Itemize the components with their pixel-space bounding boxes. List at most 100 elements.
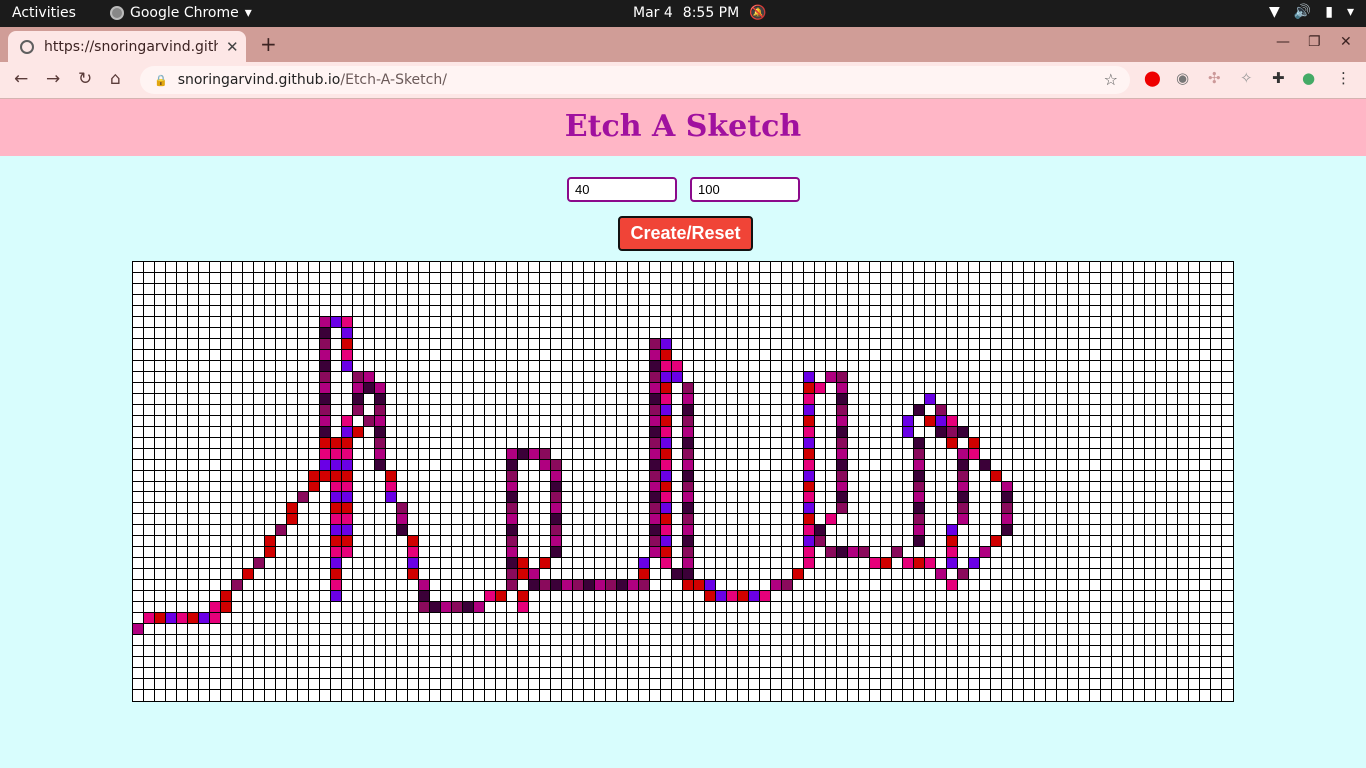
grid-cell[interactable]	[859, 525, 870, 537]
grid-cell[interactable]	[144, 602, 155, 614]
grid-cell[interactable]	[430, 360, 441, 372]
grid-cell[interactable]	[562, 305, 573, 317]
grid-cell[interactable]	[639, 481, 650, 493]
grid-cell[interactable]	[221, 393, 232, 405]
grid-cell[interactable]	[298, 613, 309, 625]
grid-cell[interactable]	[584, 448, 595, 460]
grid-cell[interactable]	[144, 514, 155, 526]
grid-cell[interactable]	[496, 558, 507, 570]
grid-cell[interactable]	[1079, 657, 1090, 669]
grid-cell[interactable]	[353, 690, 364, 701]
grid-cell[interactable]	[419, 470, 430, 482]
grid-cell[interactable]	[1200, 646, 1211, 658]
grid-cell[interactable]	[980, 448, 991, 460]
grid-cell[interactable]	[518, 382, 529, 394]
grid-cell[interactable]	[551, 316, 562, 328]
grid-cell[interactable]	[331, 459, 342, 471]
grid-cell[interactable]	[221, 591, 232, 603]
grid-cell[interactable]	[342, 679, 353, 691]
grid-cell[interactable]	[1178, 448, 1189, 460]
grid-cell[interactable]	[793, 690, 804, 701]
grid-cell[interactable]	[364, 624, 375, 636]
grid-cell[interactable]	[243, 262, 254, 273]
grid-cell[interactable]	[166, 327, 177, 339]
grid-cell[interactable]	[639, 602, 650, 614]
grid-cell[interactable]	[617, 262, 628, 273]
grid-cell[interactable]	[617, 679, 628, 691]
grid-cell[interactable]	[540, 349, 551, 361]
grid-cell[interactable]	[287, 492, 298, 504]
grid-cell[interactable]	[1046, 668, 1057, 680]
grid-cell[interactable]	[826, 415, 837, 427]
grid-cell[interactable]	[716, 448, 727, 460]
grid-cell[interactable]	[265, 349, 276, 361]
grid-cell[interactable]	[804, 503, 815, 515]
grid-cell[interactable]	[826, 437, 837, 449]
grid-cell[interactable]	[672, 426, 683, 438]
grid-cell[interactable]	[419, 525, 430, 537]
grid-cell[interactable]	[573, 404, 584, 416]
grid-cell[interactable]	[276, 283, 287, 295]
grid-cell[interactable]	[1046, 349, 1057, 361]
grid-cell[interactable]	[474, 580, 485, 592]
grid-cell[interactable]	[133, 404, 144, 416]
grid-cell[interactable]	[1167, 448, 1178, 460]
grid-cell[interactable]	[716, 283, 727, 295]
grid-cell[interactable]	[650, 316, 661, 328]
grid-cell[interactable]	[232, 668, 243, 680]
grid-cell[interactable]	[826, 547, 837, 559]
grid-cell[interactable]	[826, 624, 837, 636]
grid-cell[interactable]	[947, 602, 958, 614]
grid-cell[interactable]	[1112, 327, 1123, 339]
grid-cell[interactable]	[320, 514, 331, 526]
grid-cell[interactable]	[573, 371, 584, 383]
grid-cell[interactable]	[1189, 657, 1200, 669]
grid-cell[interactable]	[815, 591, 826, 603]
grid-cell[interactable]	[1200, 492, 1211, 504]
grid-cell[interactable]	[551, 679, 562, 691]
grid-cell[interactable]	[650, 327, 661, 339]
grid-cell[interactable]	[331, 668, 342, 680]
grid-cell[interactable]	[815, 448, 826, 460]
grid-cell[interactable]	[936, 536, 947, 548]
grid-cell[interactable]	[496, 404, 507, 416]
grid-cell[interactable]	[683, 371, 694, 383]
grid-cell[interactable]	[1222, 646, 1233, 658]
grid-cell[interactable]	[650, 657, 661, 669]
grid-cell[interactable]	[342, 382, 353, 394]
grid-cell[interactable]	[881, 294, 892, 306]
grid-cell[interactable]	[1002, 547, 1013, 559]
grid-cell[interactable]	[243, 349, 254, 361]
grid-cell[interactable]	[529, 525, 540, 537]
grid-cell[interactable]	[364, 569, 375, 581]
grid-cell[interactable]	[221, 657, 232, 669]
grid-cell[interactable]	[1145, 415, 1156, 427]
grid-cell[interactable]	[562, 262, 573, 273]
grid-cell[interactable]	[980, 569, 991, 581]
grid-cell[interactable]	[892, 514, 903, 526]
grid-cell[interactable]	[320, 690, 331, 701]
grid-cell[interactable]	[705, 459, 716, 471]
grid-cell[interactable]	[1079, 338, 1090, 350]
grid-cell[interactable]	[452, 613, 463, 625]
grid-cell[interactable]	[870, 569, 881, 581]
grid-cell[interactable]	[144, 679, 155, 691]
grid-cell[interactable]	[1079, 646, 1090, 658]
grid-cell[interactable]	[1013, 426, 1024, 438]
grid-cell[interactable]	[617, 602, 628, 614]
grid-cell[interactable]	[947, 382, 958, 394]
grid-cell[interactable]	[243, 448, 254, 460]
grid-cell[interactable]	[925, 503, 936, 515]
grid-cell[interactable]	[804, 262, 815, 273]
grid-cell[interactable]	[540, 305, 551, 317]
grid-cell[interactable]	[144, 525, 155, 537]
grid-cell[interactable]	[694, 635, 705, 647]
grid-cell[interactable]	[408, 580, 419, 592]
grid-cell[interactable]	[650, 393, 661, 405]
grid-cell[interactable]	[397, 459, 408, 471]
grid-cell[interactable]	[672, 371, 683, 383]
grid-cell[interactable]	[914, 371, 925, 383]
grid-cell[interactable]	[1046, 393, 1057, 405]
grid-cell[interactable]	[1068, 503, 1079, 515]
grid-cell[interactable]	[562, 371, 573, 383]
